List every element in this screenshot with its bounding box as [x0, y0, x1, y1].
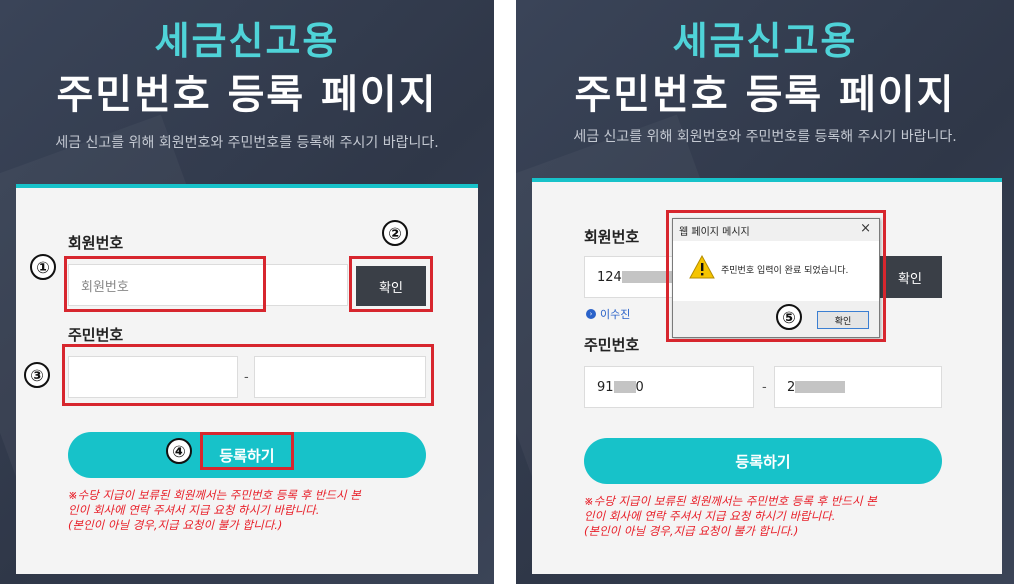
step-marker-5: ⑤: [776, 304, 802, 330]
annotation-box-register: [200, 432, 294, 470]
notice-text: ※수당 지급이 보류된 회원께서는 주민번호 등록 후 반드시 본 인이 회사에…: [584, 494, 877, 539]
right-screenshot-panel: 세금신고용 주민번호 등록 페이지 세금 신고를 위해 회원번호와 주민번호를 …: [516, 0, 1014, 584]
step-marker-3: ③: [24, 362, 50, 388]
page-title-line1: 세금신고용: [154, 19, 340, 63]
annotation-box-confirm: [349, 256, 433, 312]
notice-line: (본인이 아닐 경우,지급 요청이 불가 합니다.): [584, 524, 799, 538]
notice-line: 인이 회사에 연락 주셔서 지급 요청 하시기 바랍니다.: [584, 509, 836, 523]
member-name-display: › 이수진: [586, 306, 630, 322]
page-title-line2: 주민번호 등록 페이지: [574, 72, 956, 118]
masked-digits: [613, 381, 636, 393]
resident-number-label: 주민번호: [68, 326, 124, 344]
page-title-line1: 세금신고용: [672, 19, 858, 63]
notice-line: (본인이 아닐 경우,지급 요청이 불가 합니다.): [68, 518, 283, 532]
info-bullet-icon: ›: [586, 309, 596, 319]
resident-number-label: 주민번호: [584, 336, 640, 354]
annotation-box-resident: [62, 344, 434, 406]
resident-number-front-input[interactable]: 91 0: [584, 366, 754, 408]
notice-line: ※수당 지급이 보류된 회원께서는 주민번호 등록 후 반드시 본: [584, 494, 877, 508]
confirm-button[interactable]: 확인: [878, 256, 942, 298]
step-marker-4: ④: [166, 438, 192, 464]
page-subtitle: 세금 신고를 위해 회원번호와 주민번호를 등록해 주시기 바랍니다.: [573, 129, 957, 145]
register-button[interactable]: 등록하기: [584, 438, 942, 484]
notice-line: ※수당 지급이 보류된 회원께서는 주민번호 등록 후 반드시 본: [68, 488, 361, 502]
step-marker-1: ①: [30, 254, 56, 280]
notice-line: 인이 회사에 연락 주셔서 지급 요청 하시기 바랍니다.: [68, 503, 320, 517]
masked-digits: [795, 381, 846, 393]
notice-text: ※수당 지급이 보류된 회원께서는 주민번호 등록 후 반드시 본 인이 회사에…: [68, 488, 361, 533]
annotation-box-member-input: [64, 256, 266, 312]
member-number-label: 회원번호: [68, 234, 124, 252]
member-number-label: 회원번호: [584, 228, 640, 246]
resident-number-back-input[interactable]: 2: [774, 366, 942, 408]
resident-number-dash: -: [762, 380, 767, 395]
left-screenshot-panel: 세금신고용 주민번호 등록 페이지 세금 신고를 위해 회원번호와 주민번호를 …: [0, 0, 494, 584]
page-title-line2: 주민번호 등록 페이지: [56, 72, 438, 118]
page-subtitle: 세금 신고를 위해 회원번호와 주민번호를 등록해 주시기 바랍니다.: [55, 135, 439, 151]
step-marker-2: ②: [382, 220, 408, 246]
panel-divider: [494, 0, 516, 584]
masked-digits: [621, 271, 672, 283]
annotation-box-dialog: [666, 210, 886, 342]
